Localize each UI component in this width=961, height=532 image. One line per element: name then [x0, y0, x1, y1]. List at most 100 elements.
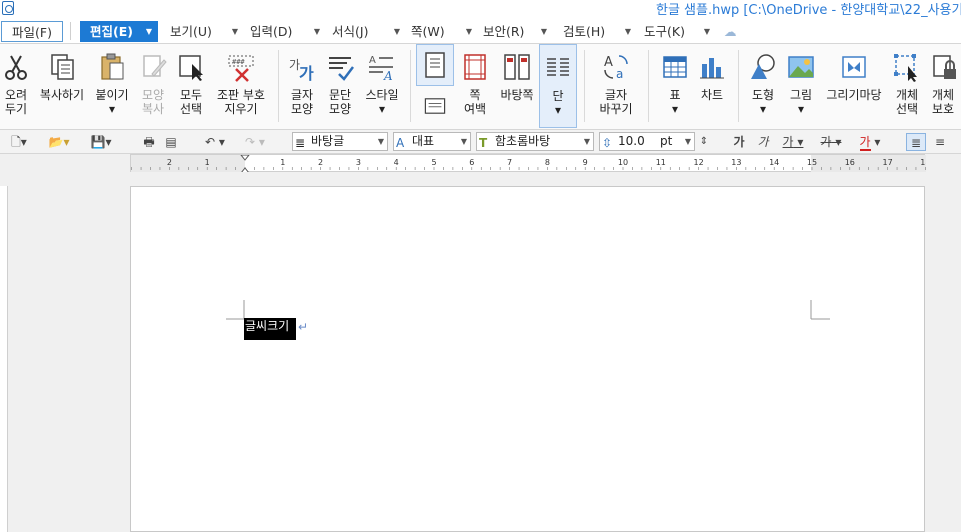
- chevron-down-icon[interactable]: ▼: [584, 133, 590, 150]
- page-margin-button[interactable]: 쪽 여백: [456, 44, 494, 128]
- document-page[interactable]: [130, 186, 925, 532]
- open-folder-icon[interactable]: 📂▾: [46, 133, 72, 151]
- ruler-number: 15: [807, 158, 817, 167]
- paragraph-mark-icon: ↵: [298, 320, 309, 334]
- strike-text: 가: [820, 135, 832, 149]
- spin-icon[interactable]: ⇕: [698, 133, 710, 151]
- ruler-number: 1: [205, 158, 210, 167]
- menu-page[interactable]: 쪽(W) ▼: [411, 21, 472, 42]
- format-copy-button[interactable]: 모양 복사: [136, 44, 170, 128]
- font-size-icon: ⇳: [602, 136, 613, 150]
- page-setup-button[interactable]: [416, 44, 454, 86]
- replace-button[interactable]: A a 글자 바꾸기: [592, 44, 640, 128]
- format-painter-icon: [143, 55, 167, 77]
- selected-text[interactable]: 글씨크기: [244, 318, 296, 340]
- dropdown-arrow-icon[interactable]: ▼: [541, 21, 547, 42]
- chevron-down-icon[interactable]: ▼: [461, 133, 467, 150]
- font-combo[interactable]: T 함초롬바탕 ▼: [476, 132, 594, 151]
- menu-insert[interactable]: 입력(D) ▼: [250, 21, 320, 42]
- replace-label: 글자 바꾸기: [599, 88, 633, 116]
- align-justify-icon[interactable]: ≣: [906, 133, 926, 151]
- bold-button[interactable]: 가: [732, 133, 746, 151]
- menu-review-label: 검토(H): [563, 24, 606, 39]
- copy-button[interactable]: 복사하기: [34, 44, 90, 128]
- clear-markup-button[interactable]: ### 조판 부호 지우기: [212, 44, 270, 128]
- lock-icon: [932, 55, 956, 79]
- style-combo-value: 바탕글: [311, 134, 345, 148]
- horizontal-ruler[interactable]: 21123456789101112131415161718: [130, 154, 930, 174]
- object-protect-label: 개체 보호: [932, 88, 955, 116]
- menu-security-label: 보안(R): [483, 24, 525, 39]
- strike-button[interactable]: 가 ▾: [816, 133, 846, 151]
- dropdown-arrow-icon[interactable]: ▼: [704, 21, 710, 42]
- picture-button[interactable]: 그림 ▾: [782, 44, 820, 128]
- menu-format[interactable]: 서식(J) ▼: [332, 21, 400, 42]
- object-protect-button[interactable]: 개체 보호: [928, 44, 961, 128]
- vertical-ruler[interactable]: [0, 186, 8, 532]
- page-border-label: 바탕쪽: [500, 88, 534, 102]
- save-icon[interactable]: 💾▾: [86, 133, 116, 151]
- menu-view[interactable]: 보기(U) ▼: [170, 21, 238, 42]
- style-button[interactable]: A A 스타일 ▾: [360, 44, 404, 128]
- ruler-left-margin: [131, 155, 245, 173]
- dropdown-arrow-icon[interactable]: ▼: [394, 21, 400, 42]
- style-combo[interactable]: ≣ 바탕글 ▼: [292, 132, 388, 151]
- draw-mode-label: 그리기마당: [826, 88, 882, 102]
- chart-button[interactable]: 차트: [694, 44, 730, 128]
- ruler-number: 11: [656, 158, 666, 167]
- underline-button[interactable]: 가 ▾: [779, 133, 807, 151]
- new-document-icon[interactable]: 🗋▾: [8, 133, 30, 151]
- menu-tools[interactable]: 도구(K) ▼: [644, 21, 710, 42]
- italic-button[interactable]: 가: [756, 133, 770, 151]
- draw-mode-button[interactable]: 그리기마당: [822, 44, 886, 128]
- ruler-number: 9: [583, 158, 588, 167]
- align-left-icon[interactable]: ≡: [930, 133, 950, 151]
- menu-edit[interactable]: 편집(E) ▼: [80, 21, 158, 42]
- clear-markup-label: 조판 부호 지우기: [217, 88, 265, 116]
- hwp-app-icon[interactable]: [2, 1, 14, 15]
- object-select-button[interactable]: 개체 선택: [886, 44, 928, 128]
- style-icon: A A: [369, 55, 393, 82]
- paste-button[interactable]: 붙이기 ▾: [92, 44, 132, 128]
- cloud-icon[interactable]: ☁: [724, 21, 742, 42]
- table-button[interactable]: 표 ▾: [656, 44, 694, 128]
- char-shape-button[interactable]: 가 가 글자 모양: [284, 44, 320, 128]
- page-layout-button[interactable]: [416, 90, 454, 120]
- page-border-button[interactable]: 바탕쪽: [496, 44, 538, 128]
- menu-file[interactable]: 파일(F): [1, 21, 63, 42]
- undo-icon[interactable]: ↶ ▾: [198, 133, 232, 151]
- dropdown-arrow-icon[interactable]: ▼: [314, 21, 320, 42]
- chevron-down-icon[interactable]: ▼: [685, 133, 691, 150]
- dropdown-arrow-icon[interactable]: ▼: [466, 21, 472, 42]
- font-size-value: 10.0: [618, 134, 645, 148]
- ruler-number: 18: [920, 158, 926, 167]
- font-color-button[interactable]: 가 ▾: [855, 133, 885, 151]
- shape-button[interactable]: 도형 ▾: [744, 44, 782, 128]
- language-combo[interactable]: A 대표 ▼: [393, 132, 471, 151]
- para-shape-button[interactable]: 문단 모양: [322, 44, 358, 128]
- style-text: 스타일: [365, 88, 399, 102]
- svg-text:A: A: [383, 69, 393, 82]
- dropdown-arrow-icon[interactable]: ▼: [625, 21, 631, 42]
- menu-tools-label: 도구(K): [644, 24, 685, 39]
- table-icon: [663, 56, 687, 78]
- select-all-button[interactable]: 모두 선택: [172, 44, 210, 128]
- underline-text: 가: [782, 135, 794, 149]
- clipart-icon: [842, 56, 866, 78]
- dropdown-arrow-icon[interactable]: ▼: [146, 21, 152, 42]
- font-size-combo[interactable]: ⇳ 10.0 pt ▼: [599, 132, 695, 151]
- print-icon[interactable]: 🖶: [140, 133, 158, 151]
- preview-icon[interactable]: ▤: [163, 133, 179, 151]
- char-shape-label: 글자 모양: [290, 88, 314, 116]
- svg-text:###: ###: [232, 58, 245, 66]
- dropdown-arrow-icon[interactable]: ▼: [232, 21, 238, 42]
- menu-review[interactable]: 검토(H) ▼: [563, 21, 631, 42]
- truetype-font-icon: T: [479, 136, 488, 150]
- shape-text: 도형: [751, 88, 775, 102]
- columns-button[interactable]: 단 ▾: [539, 44, 577, 128]
- redo-icon[interactable]: ↷ ▾: [238, 133, 272, 151]
- cut-button[interactable]: 오려 두기: [0, 44, 32, 128]
- menu-security[interactable]: 보안(R) ▼: [483, 21, 547, 42]
- chevron-down-icon[interactable]: ▼: [378, 133, 384, 150]
- ruler-number: 8: [545, 158, 550, 167]
